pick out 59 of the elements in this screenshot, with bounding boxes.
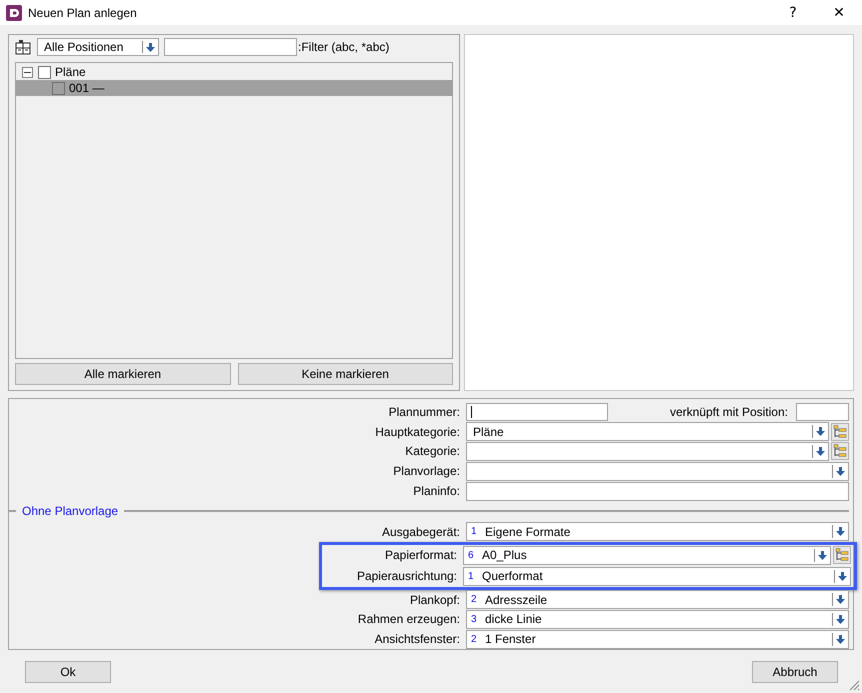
plan-number-field[interactable] [466,402,608,421]
tree-label: 001 — [69,81,104,95]
down-arrow-icon [146,42,155,52]
help-button[interactable]: ? [770,0,816,25]
mark-button[interactable]: Keine markieren [238,363,453,385]
tree-view-icon [835,548,849,562]
resize-grip-icon [849,680,860,691]
down-arrow-icon [838,572,847,581]
field-label: verknüpft mit Position: [668,404,789,419]
field-label: Kategorie: [404,444,460,458]
field-label: Ansichtsfenster: [374,632,460,646]
combo-box[interactable]: Pläne [466,422,829,442]
tree-button[interactable] [833,546,851,564]
tree-view-icon [833,444,847,458]
down-arrow-icon [836,595,845,604]
checkbox[interactable] [38,66,51,78]
filter-label: :Filter (abc, *abc) [298,40,390,54]
cancel-button[interactable]: Abbruch [752,660,838,682]
combo-box[interactable]: 1 Eigene Formate [466,522,849,542]
position-field[interactable] [796,402,849,421]
text-field[interactable] [466,482,849,501]
down-arrow-icon [836,634,845,644]
combo-box[interactable]: 2 Adresszeile [466,590,849,610]
down-arrow-icon [816,427,825,436]
tree-label: Pläne [55,65,86,79]
tree-button[interactable] [831,442,849,460]
scope-dropdown[interactable]: Alle Positionen [37,38,159,56]
building-icon[interactable] [15,38,32,56]
mark-button[interactable]: Alle markieren [15,363,230,385]
combo-box[interactable]: 2 1 Fenster [466,630,849,649]
combo-box[interactable]: 6 A0_Plus [463,546,831,565]
collapse-toggle[interactable] [22,66,33,78]
window-title: Neuen Plan anlegen [28,6,138,20]
ok-button[interactable]: Ok [25,660,111,682]
tree-view-icon [833,424,847,439]
field-label: Rahmen erzeugen: [356,612,460,626]
tree-row[interactable]: 001 — [16,80,452,96]
field-label: Hauptkategorie: [374,424,460,439]
field-label: Plankopf: [408,592,460,607]
down-arrow-icon [836,614,845,624]
tree-button[interactable] [831,422,849,441]
field-label: Ausgabegerät: [380,524,460,539]
tree-row[interactable]: Pläne [16,64,452,80]
field-label: Planvorlage: [392,464,460,478]
field-label: Papierausrichtung: [356,569,457,584]
section-title: Ohne Planvorlage [21,504,120,518]
down-arrow-icon [816,446,825,456]
checkbox[interactable] [52,82,65,94]
combo-box[interactable]: 3 dicke Linie [466,610,849,629]
app-logo-icon [6,4,22,20]
combo-box[interactable]: 1 Querformat [463,566,851,586]
field-label: Plannummer: [388,404,460,419]
down-arrow-icon [836,527,845,536]
close-button[interactable]: ✕ [816,0,862,25]
down-arrow-icon [818,550,827,560]
filter-field[interactable] [164,38,297,56]
field-label: Planinfo: [412,484,460,498]
down-arrow-icon [836,466,845,476]
field-label: Papierformat: [384,548,457,562]
